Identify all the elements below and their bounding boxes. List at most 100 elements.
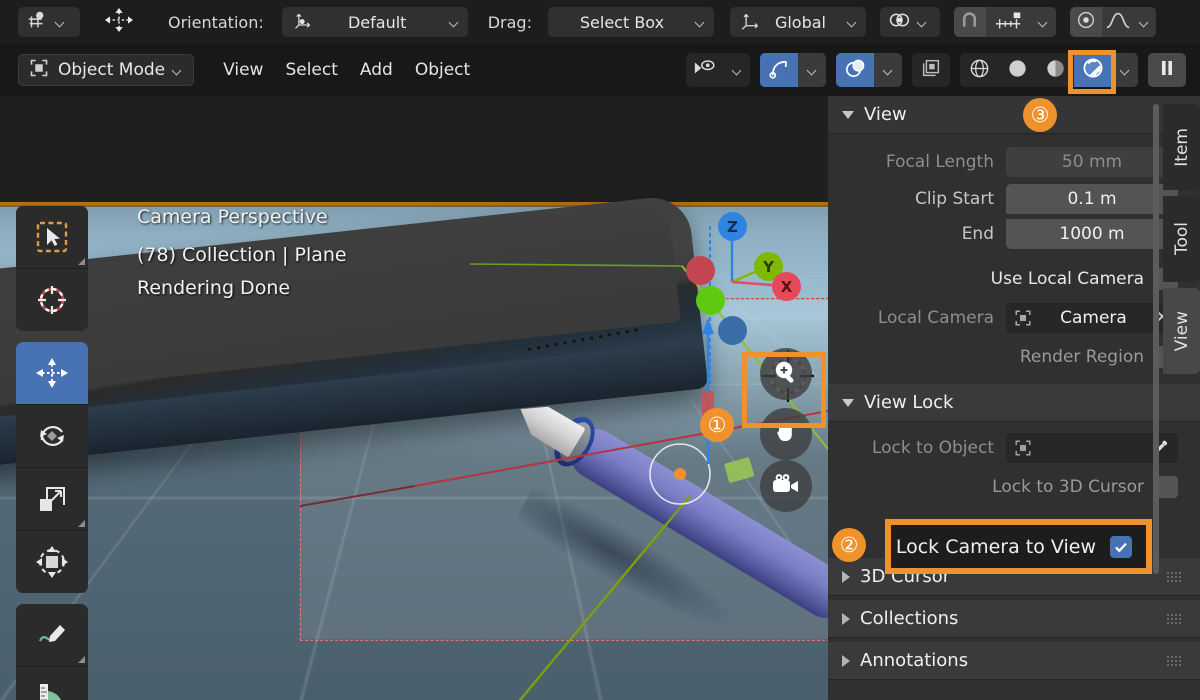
shading-material-preview-icon [1044,57,1067,84]
check-icon [1115,542,1127,552]
menu-object[interactable]: Object [404,55,481,85]
shading-wireframe-button[interactable] [960,53,998,87]
overlay-line-1: Camera Perspective [137,206,328,228]
show-gizmo-button[interactable] [760,53,798,87]
panel-drag-grip[interactable] [1166,571,1182,582]
clip-end-row: End 1000 m [828,216,1200,251]
annotation-highlight-rendered-shading [1068,50,1116,94]
move-gizmo-button[interactable] [92,7,146,37]
lock-camera-to-view-checkbox[interactable] [1110,535,1132,558]
menu-view[interactable]: View [212,55,274,85]
chevron-down-icon [917,17,928,28]
annotation-highlight-lock-camera[interactable]: Lock Camera to View [885,519,1152,574]
toggle-xray-button[interactable] [912,53,950,87]
sidebar-tab-tool[interactable]: Tool [1163,196,1200,282]
snap-options-dropdown[interactable] [1031,7,1056,37]
shading-wireframe-icon [968,57,991,84]
overlays-dropdown[interactable] [874,53,902,87]
global-axis-icon [740,10,761,35]
snap-increment-button[interactable] [985,7,1032,37]
proportional-editing-button[interactable] [1069,7,1102,37]
sidebar-tab-view-label: View [1171,310,1192,352]
axis-ball-neg-x[interactable] [686,256,715,285]
move-tool[interactable] [16,342,88,404]
panel-drag-grip[interactable] [1166,613,1182,624]
lock-to-3d-cursor-checkbox[interactable] [1156,475,1178,498]
annotate-tool[interactable] [16,604,88,666]
scale-tool[interactable] [16,467,88,530]
pause-render-group [1148,53,1186,87]
axis-ball-neg-z[interactable] [718,316,747,345]
falloff-dropdown[interactable] [1133,7,1156,37]
blender-window: Orientation: Default Drag: Select Box Gl… [0,0,1200,700]
show-overlays-button[interactable] [836,53,874,87]
panel-title-view-lock: View Lock [864,392,954,413]
sidebar-tab-item[interactable]: Item [1163,104,1200,190]
measure-tool[interactable] [16,666,88,700]
chevron-right-icon [842,612,850,625]
3d-viewport[interactable]: Camera Perspective (78) Collection | Pla… [0,96,828,700]
drag-label: Drag: [487,12,532,32]
axis-ball-z[interactable]: Z [718,212,747,241]
pivot-point-dropdown[interactable] [879,7,940,37]
tool-corner-indicator [78,258,85,265]
show-gizmo-icon [768,57,791,84]
interaction-mode-label: Object Mode [58,60,166,80]
navigation-axis-gizmo[interactable]: Z Y X [686,204,818,345]
snap-increment-icon [994,10,1024,34]
panel-header-view[interactable]: View [828,96,1200,134]
object-picker-icon [1014,439,1032,457]
snap-tool-button[interactable] [18,7,80,37]
menu-select[interactable]: Select [274,55,348,85]
panel-header-collections[interactable]: Collections [828,600,1200,638]
orientation-value: Default [347,12,407,32]
panel-header-view-lock[interactable]: View Lock [828,384,1200,422]
transform-orientation-icon [293,10,313,34]
orientation-label: Orientation: [168,12,264,32]
object-visibility-dropdown[interactable] [724,53,750,87]
gizmo-dropdown[interactable] [798,53,826,87]
gizmo-group [760,53,826,87]
falloff-type-button[interactable] [1101,7,1134,37]
panel-title-collections: Collections [860,608,959,629]
axis-ball-neg-y[interactable] [696,286,725,315]
orientation-dropdown[interactable]: Default [281,7,468,37]
show-overlays-icon [844,57,867,84]
snapping-group [953,7,1056,37]
sidebar-scrollbar[interactable] [1153,104,1159,574]
drag-dropdown[interactable]: Select Box [547,7,714,37]
overlays-group [836,53,902,87]
camera-view-toggle-button[interactable] [760,460,812,512]
panel-header-annotations[interactable]: Annotations [828,642,1200,680]
transform-space-dropdown[interactable]: Global [729,7,866,37]
annotation-marker-2: ② [832,528,866,562]
lock-to-3d-cursor-row[interactable]: Lock to 3D Cursor [828,467,1200,506]
chevron-down-icon [807,65,818,76]
chevron-down-icon [847,17,858,28]
interaction-mode-dropdown[interactable]: Object Mode [18,54,195,86]
transform-tool[interactable] [16,530,88,593]
cursor-tool[interactable] [16,268,88,331]
overlay-line-3: Rendering Done [137,277,291,299]
focal-length-row: Focal Length 50 mm [828,142,1200,181]
render-region-row[interactable]: Render Region [828,337,1200,376]
chevron-down-icon [172,65,183,76]
lock-to-object-row: Lock to Object [828,428,1200,467]
shading-solid-button[interactable] [998,53,1036,87]
overlay-line-2: (78) Collection | Plane [137,244,347,266]
clip-end-label: End [961,223,994,244]
pause-render-button[interactable] [1148,53,1186,87]
tool-settings-bar: Orientation: Default Drag: Select Box Gl… [0,0,1200,44]
tweak-select-tool[interactable] [16,206,88,268]
rotate-tool[interactable] [16,404,88,467]
tool-group-select [16,206,88,331]
annotation-marker-1: ① [700,408,734,442]
use-local-camera-row[interactable]: Use Local Camera [828,259,1200,298]
panel-drag-grip[interactable] [1166,655,1182,666]
object-visibility-button[interactable] [686,53,724,87]
magnet-toggle-button[interactable] [953,7,986,37]
sidebar-tab-view[interactable]: View [1163,288,1200,374]
move-gizmo-icon [104,7,134,37]
menu-add[interactable]: Add [349,55,404,85]
axis-ball-x[interactable]: X [772,272,801,301]
